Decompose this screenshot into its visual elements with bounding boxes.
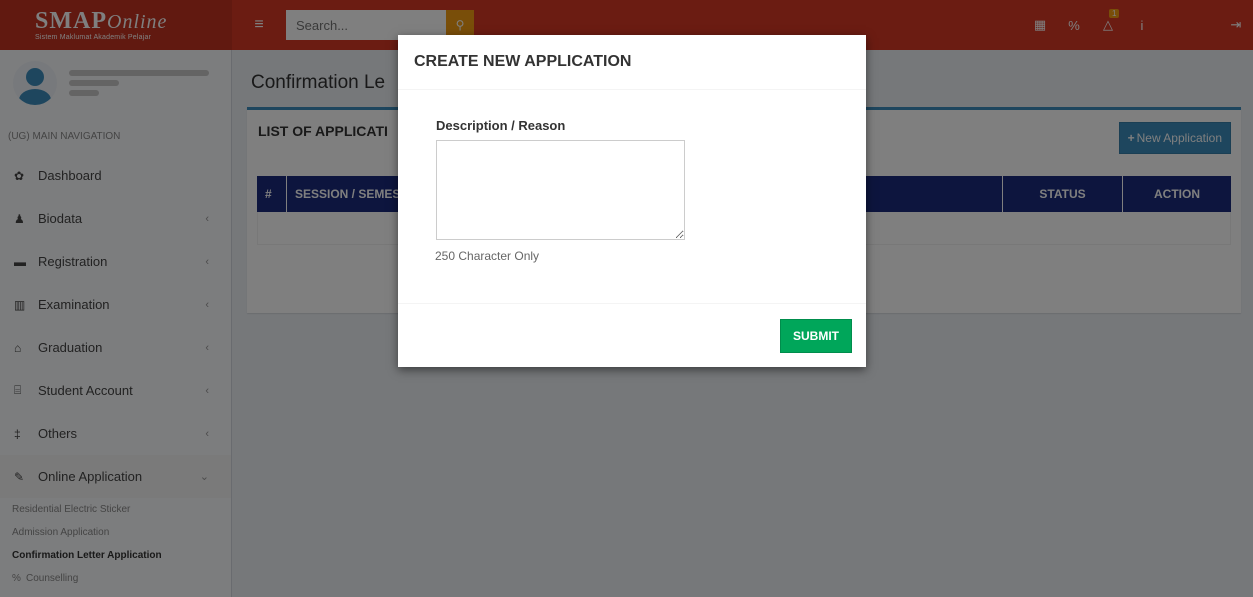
character-limit-hint: 250 Character Only	[435, 249, 540, 263]
modal-header: CREATE NEW APPLICATION	[398, 35, 866, 90]
create-application-modal: CREATE NEW APPLICATION Description / Rea…	[398, 35, 866, 367]
description-label: Description / Reason	[436, 118, 566, 133]
submit-button[interactable]: SUBMIT	[780, 319, 852, 353]
modal-title: CREATE NEW APPLICATION	[414, 53, 632, 70]
modal-footer: SUBMIT	[398, 303, 866, 367]
description-textarea[interactable]	[436, 140, 685, 240]
modal-body: Description / Reason 250 Character Only	[398, 90, 866, 263]
